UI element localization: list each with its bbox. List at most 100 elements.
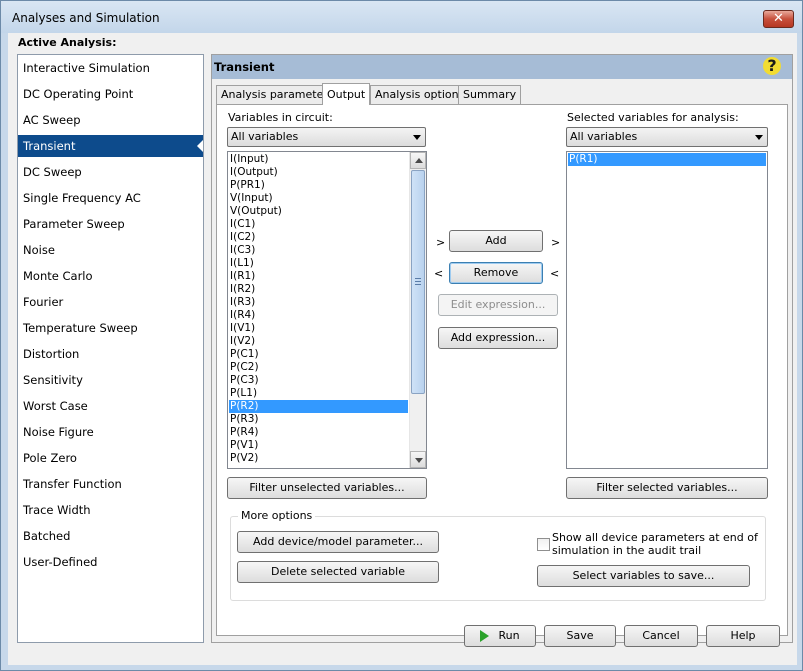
add-device-model-parameter-button[interactable]: Add device/model parameter... bbox=[237, 531, 439, 553]
list-item[interactable]: P(R4) bbox=[229, 426, 408, 439]
analysis-item[interactable]: Transfer Function bbox=[18, 473, 203, 495]
add-button[interactable]: Add bbox=[449, 230, 543, 252]
panel-header: Transient ? bbox=[212, 55, 792, 79]
analysis-item[interactable]: Sensitivity bbox=[18, 369, 203, 391]
analysis-item[interactable]: Parameter Sweep bbox=[18, 213, 203, 235]
list-item[interactable]: P(PR1) bbox=[229, 179, 408, 192]
circuit-variables-list[interactable]: I(Input) I(Output) P(PR1) V(Input) V(Output)… bbox=[227, 151, 427, 469]
run-button[interactable]: Run bbox=[464, 625, 536, 647]
analysis-item[interactable]: DC Operating Point bbox=[18, 83, 203, 105]
add-right-arrow: > bbox=[551, 236, 561, 249]
list-item[interactable]: P(C1) bbox=[229, 348, 408, 361]
circuit-variables-filter-combo[interactable]: All variables bbox=[227, 127, 426, 147]
tab-summary[interactable]: Summary bbox=[458, 85, 522, 104]
analysis-item[interactable]: Pole Zero bbox=[18, 447, 203, 469]
selected-variables-label: Selected variables for analysis: bbox=[567, 111, 739, 124]
list-item[interactable]: I(C3) bbox=[229, 244, 408, 257]
help-button[interactable]: Help bbox=[706, 625, 780, 647]
list-item[interactable]: P(R1) bbox=[568, 153, 766, 166]
circuit-variables-scrollbar[interactable] bbox=[409, 152, 426, 468]
tab-output[interactable]: Output bbox=[322, 83, 371, 105]
analysis-item[interactable]: Distortion bbox=[18, 343, 203, 365]
tab-analysis-options[interactable]: Analysis options bbox=[370, 85, 470, 104]
select-variables-to-save-button[interactable]: Select variables to save... bbox=[537, 565, 750, 587]
dialog-client: Active Analysis: Interactive Simulation D… bbox=[8, 33, 797, 665]
help-icon[interactable]: ? bbox=[763, 57, 781, 75]
list-item[interactable]: P(C2) bbox=[229, 361, 408, 374]
dialog-window: Analyses and Simulation ✕ Active Analysi… bbox=[0, 0, 803, 671]
list-item[interactable]: I(V1) bbox=[229, 322, 408, 335]
list-item[interactable]: I(R4) bbox=[229, 309, 408, 322]
active-analysis-label: Active Analysis: bbox=[18, 36, 117, 49]
list-item[interactable]: V(Input) bbox=[229, 192, 408, 205]
show-all-params-line2: simulation in the audit trail bbox=[552, 544, 702, 557]
more-options-group: More options Add device/model parameter.… bbox=[230, 509, 766, 601]
more-options-title: More options bbox=[238, 509, 316, 522]
analysis-item[interactable]: Batched bbox=[18, 525, 203, 547]
add-left-arrow: > bbox=[436, 236, 446, 249]
edit-expression-button[interactable]: Edit expression... bbox=[438, 294, 558, 316]
scroll-up-icon[interactable] bbox=[410, 152, 426, 169]
list-item[interactable]: P(L1) bbox=[229, 387, 408, 400]
analysis-item[interactable]: AC Sweep bbox=[18, 109, 203, 131]
variables-in-circuit-label: Variables in circuit: bbox=[228, 111, 333, 124]
list-item[interactable]: I(C2) bbox=[229, 231, 408, 244]
list-item[interactable]: I(R2) bbox=[229, 283, 408, 296]
selected-filter-value: All variables bbox=[570, 130, 638, 143]
tab-analysis-parameters[interactable]: Analysis parameters bbox=[216, 85, 339, 104]
remove-left-arrow: < bbox=[434, 267, 444, 280]
analysis-item[interactable]: Noise bbox=[18, 239, 203, 261]
chevron-down-icon bbox=[755, 135, 763, 140]
save-button[interactable]: Save bbox=[544, 625, 616, 647]
filter-selected-button[interactable]: Filter selected variables... bbox=[566, 477, 768, 499]
list-item[interactable]: I(L1) bbox=[229, 257, 408, 270]
play-icon bbox=[480, 630, 490, 642]
analysis-item[interactable]: DC Sweep bbox=[18, 161, 203, 183]
chevron-down-icon bbox=[413, 135, 421, 140]
analysis-panel: Transient ? Analysis parameters Output A… bbox=[211, 54, 793, 643]
filter-unselected-button[interactable]: Filter unselected variables... bbox=[227, 477, 427, 499]
analysis-item[interactable]: Worst Case bbox=[18, 395, 203, 417]
delete-selected-variable-button[interactable]: Delete selected variable bbox=[237, 561, 439, 583]
analysis-list[interactable]: Interactive Simulation DC Operating Point… bbox=[17, 54, 204, 643]
analysis-item[interactable]: Temperature Sweep bbox=[18, 317, 203, 339]
list-item[interactable]: I(R3) bbox=[229, 296, 408, 309]
run-label: Run bbox=[498, 629, 520, 642]
cancel-button[interactable]: Cancel bbox=[624, 625, 698, 647]
output-tab-content: Variables in circuit: All variables I(In… bbox=[216, 104, 788, 636]
scroll-down-icon[interactable] bbox=[410, 451, 426, 468]
analysis-item[interactable]: Fourier bbox=[18, 291, 203, 313]
close-button[interactable]: ✕ bbox=[763, 10, 794, 28]
show-all-params-checkbox[interactable] bbox=[537, 538, 550, 551]
circuit-filter-value: All variables bbox=[231, 130, 299, 143]
selected-variables-list[interactable]: P(R1) bbox=[566, 151, 768, 469]
remove-right-arrow: < bbox=[550, 267, 560, 280]
scrollbar-thumb[interactable] bbox=[411, 170, 425, 394]
analysis-item[interactable]: Transient bbox=[18, 135, 203, 157]
analysis-item[interactable]: Noise Figure bbox=[18, 421, 203, 443]
show-all-params-label: Show all device parameters at end of sim… bbox=[552, 531, 758, 557]
list-item[interactable]: I(R1) bbox=[229, 270, 408, 283]
grip-icon bbox=[415, 278, 421, 285]
list-item[interactable]: P(V1) bbox=[229, 439, 408, 452]
analysis-item[interactable]: Single Frequency AC bbox=[18, 187, 203, 209]
list-item[interactable]: I(Output) bbox=[229, 166, 408, 179]
title-bar[interactable]: Analyses and Simulation ✕ bbox=[1, 1, 802, 33]
analysis-item[interactable]: Trace Width bbox=[18, 499, 203, 521]
analysis-item[interactable]: Interactive Simulation bbox=[18, 57, 203, 79]
list-item[interactable]: I(Input) bbox=[229, 153, 408, 166]
add-expression-button[interactable]: Add expression... bbox=[438, 327, 558, 349]
list-item[interactable]: P(R2) bbox=[229, 400, 408, 413]
window-title: Analyses and Simulation bbox=[12, 11, 160, 25]
panel-title: Transient bbox=[214, 60, 275, 74]
list-item[interactable]: P(R3) bbox=[229, 413, 408, 426]
list-item[interactable]: P(V2) bbox=[229, 452, 408, 465]
list-item[interactable]: P(C3) bbox=[229, 374, 408, 387]
analysis-item[interactable]: Monte Carlo bbox=[18, 265, 203, 287]
list-item[interactable]: V(Output) bbox=[229, 205, 408, 218]
list-item[interactable]: I(V2) bbox=[229, 335, 408, 348]
remove-button[interactable]: Remove bbox=[449, 262, 543, 284]
selected-variables-filter-combo[interactable]: All variables bbox=[566, 127, 768, 147]
list-item[interactable]: I(C1) bbox=[229, 218, 408, 231]
analysis-item[interactable]: User-Defined bbox=[18, 551, 203, 573]
